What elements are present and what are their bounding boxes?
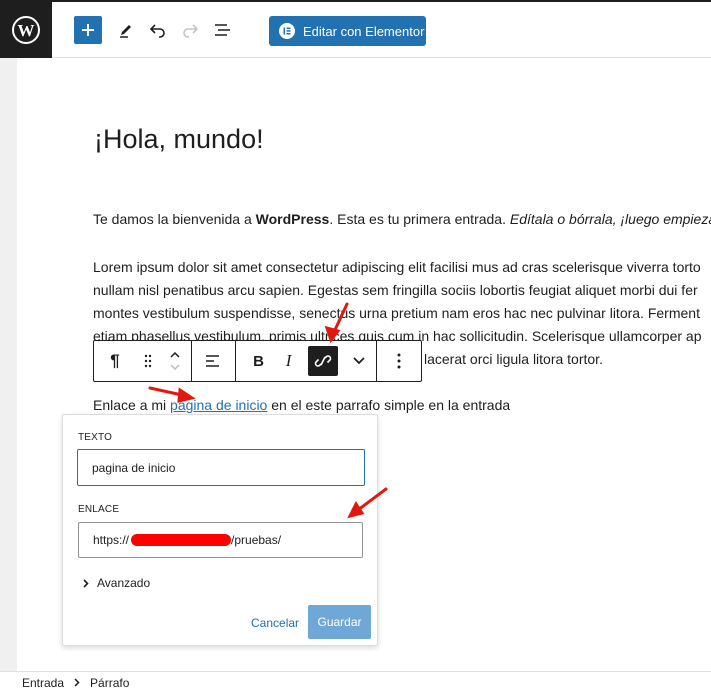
- chevron-right-icon: [83, 578, 89, 588]
- text-field-label: TEXTO: [78, 432, 113, 443]
- paragraph-icon[interactable]: ¶: [94, 341, 136, 381]
- lorem-line: Lorem ipsum dolor sit amet consectetur a…: [93, 259, 701, 275]
- save-button[interactable]: Guardar: [308, 605, 371, 639]
- elementor-button-label: Editar con Elementor: [303, 23, 425, 39]
- advanced-label: Avanzado: [97, 576, 151, 590]
- add-block-button[interactable]: [74, 16, 102, 44]
- move-up-down-icon[interactable]: [160, 341, 190, 381]
- link-popover: TEXTO pagina de inicio ENLACE https:// /p…: [62, 414, 378, 646]
- unlink-icon[interactable]: [307, 346, 338, 376]
- redaction-mark: [131, 534, 232, 546]
- document-overview-icon[interactable]: [209, 16, 237, 44]
- more-options-icon[interactable]: [397, 341, 401, 381]
- intro-bold-text: WordPress: [255, 211, 330, 227]
- intro-paragraph[interactable]: Te damos la bienvenida a WordPress. Esta…: [93, 208, 711, 231]
- advanced-toggle[interactable]: Avanzado: [83, 576, 150, 590]
- breadcrumb-root[interactable]: Entrada: [22, 676, 64, 690]
- link-text-input[interactable]: pagina de inicio: [77, 449, 365, 486]
- format-group: B I: [236, 341, 378, 381]
- svg-text:W: W: [18, 21, 35, 40]
- link-url-input[interactable]: https:// /pruebas/: [78, 522, 363, 558]
- edit-with-elementor-button[interactable]: Editar con Elementor: [269, 16, 426, 46]
- link-paragraph-text: Enlace a mi: [93, 397, 171, 413]
- align-group: [192, 341, 236, 381]
- breadcrumb-chevron-icon: [74, 678, 80, 687]
- align-left-icon[interactable]: [205, 341, 221, 381]
- breadcrumb-current: Párrafo: [90, 675, 130, 690]
- options-group: [377, 341, 421, 381]
- tools-pencil-icon[interactable]: [112, 16, 140, 44]
- link-paragraph-text-after: en el este parrafo simple en la entrada: [267, 397, 511, 413]
- italic-icon[interactable]: I: [274, 341, 304, 381]
- url-suffix: /pruebas/: [231, 533, 282, 547]
- bold-icon[interactable]: B: [244, 341, 274, 381]
- intro-italic-text: Edítala o bórrala, ¡luego empieza: [509, 211, 711, 227]
- wordpress-logo-icon[interactable]: W: [0, 2, 52, 58]
- lorem-line: nullam nisl penatibus arcu sapien. Egest…: [93, 282, 698, 298]
- undo-icon[interactable]: [144, 16, 172, 44]
- url-prefix: https://: [93, 533, 130, 547]
- elementor-icon: [279, 23, 295, 39]
- url-field-label: ENLACE: [78, 504, 120, 515]
- block-breadcrumb: Entrada Párrafo: [0, 671, 711, 693]
- cancel-button[interactable]: Cancelar: [251, 616, 299, 630]
- post-title[interactable]: ¡Hola, mundo!: [94, 124, 264, 155]
- block-toolbar: ¶ B I: [93, 340, 422, 382]
- block-switcher-group: ¶: [94, 341, 192, 381]
- editor-header: W Editar con Elementor: [0, 0, 711, 58]
- intro-text: Te damos la bienvenida a: [93, 211, 256, 227]
- drag-handle-icon[interactable]: [136, 341, 160, 381]
- canvas-margin: [0, 58, 17, 671]
- home-page-link[interactable]: pagina de inicio: [170, 397, 267, 413]
- redo-icon[interactable]: [176, 16, 204, 44]
- intro-text-middle: . Esta es tu primera entrada.: [329, 211, 510, 227]
- lorem-line: montes vestibulum suspendisse, senectus …: [93, 305, 700, 321]
- more-formats-chevron-down-icon[interactable]: [342, 341, 376, 381]
